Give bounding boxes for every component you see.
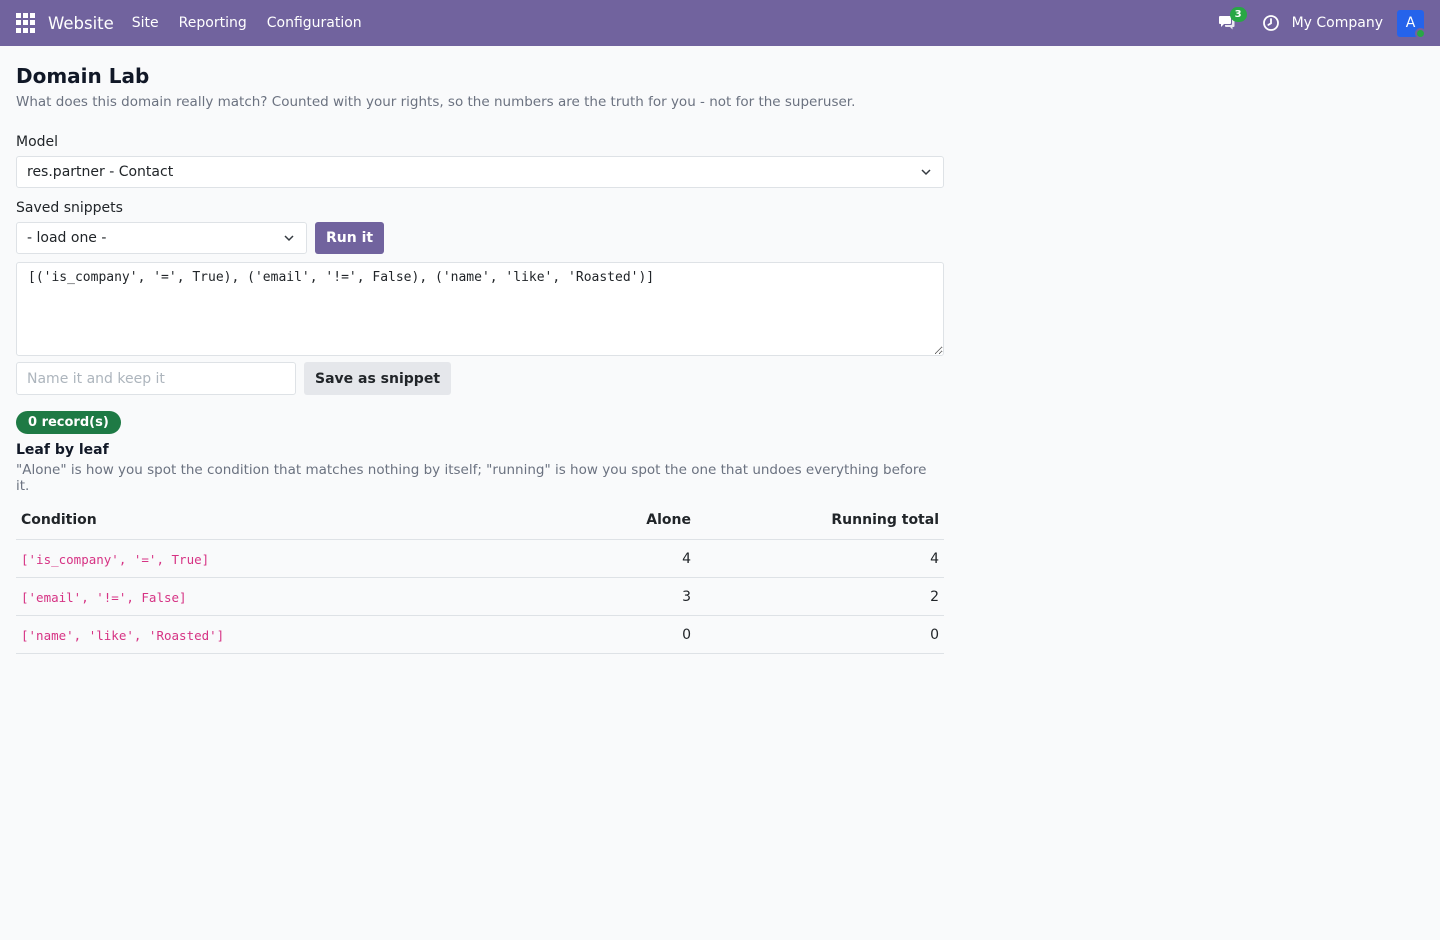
alone-cell: 0 [576,615,696,654]
company-switcher[interactable]: My Company [1292,15,1383,31]
online-status-dot [1415,27,1426,39]
table-row: ['is_company', '=', True] 4 4 [16,539,944,578]
chat-icon[interactable]: 3 [1218,7,1247,33]
condition-cell: ['is_company', '=', True] [16,539,576,578]
condition-cell: ['name', 'like', 'Roasted'] [16,615,576,654]
table-row: ['name', 'like', 'Roasted'] 0 0 [16,615,944,654]
apps-grid-icon[interactable] [16,13,36,33]
table-row: ['email', '!=', False] 3 2 [16,577,944,616]
running-total-cell: 4 [696,539,944,578]
snippets-label: Saved snippets [16,200,123,216]
model-select[interactable]: res.partner - Contact [16,156,944,188]
snippet-select[interactable]: - load one - [16,222,307,254]
record-count-badge: 0 record(s) [16,411,121,434]
leaf-section-title: Leaf by leaf [16,442,109,458]
page-subtitle: What does this domain really match? Coun… [16,94,856,110]
table-header-row: Condition Alone Running total [16,508,944,540]
menu-item-configuration[interactable]: Configuration [267,15,362,31]
column-header-running-total: Running total [696,508,944,540]
alone-cell: 4 [576,539,696,578]
menu-item-site[interactable]: Site [132,15,159,31]
model-select-value: res.partner - Contact [27,164,174,180]
alone-cell: 3 [576,577,696,616]
clock-icon[interactable] [1262,14,1280,32]
leaf-table: Condition Alone Running total ['is_compa… [16,508,944,654]
snippets-row: - load one - Run it [16,222,944,254]
condition-cell: ['email', '!=', False] [16,577,576,616]
page-title: Domain Lab [16,64,150,88]
main-content: Domain Lab What does this domain really … [0,46,960,654]
column-header-alone: Alone [576,508,696,540]
user-avatar[interactable]: A [1397,9,1426,39]
app-brand[interactable]: Website [48,14,114,33]
save-snippet-row: Save as snippet [16,362,944,395]
run-button[interactable]: Run it [315,222,385,254]
running-total-cell: 0 [696,615,944,654]
avatar-letter: A [1405,15,1416,31]
save-snippet-button[interactable]: Save as snippet [304,362,452,395]
chat-count-badge: 3 [1229,7,1247,22]
model-label: Model [16,134,59,150]
leaf-section-description: "Alone" is how you spot the condition th… [16,462,927,494]
top-navbar: Website Site Reporting Configuration 3 M… [0,0,1440,46]
running-total-cell: 2 [696,577,944,616]
domain-textarea[interactable] [16,262,944,356]
chevron-down-icon [921,169,931,176]
column-header-condition: Condition [16,508,576,540]
snippet-name-input[interactable] [16,362,296,395]
chevron-down-icon [284,235,294,242]
navbar-systray: 3 My Company A [1218,0,1426,46]
menu-item-reporting[interactable]: Reporting [179,15,247,31]
snippet-select-value: - load one - [27,230,107,246]
